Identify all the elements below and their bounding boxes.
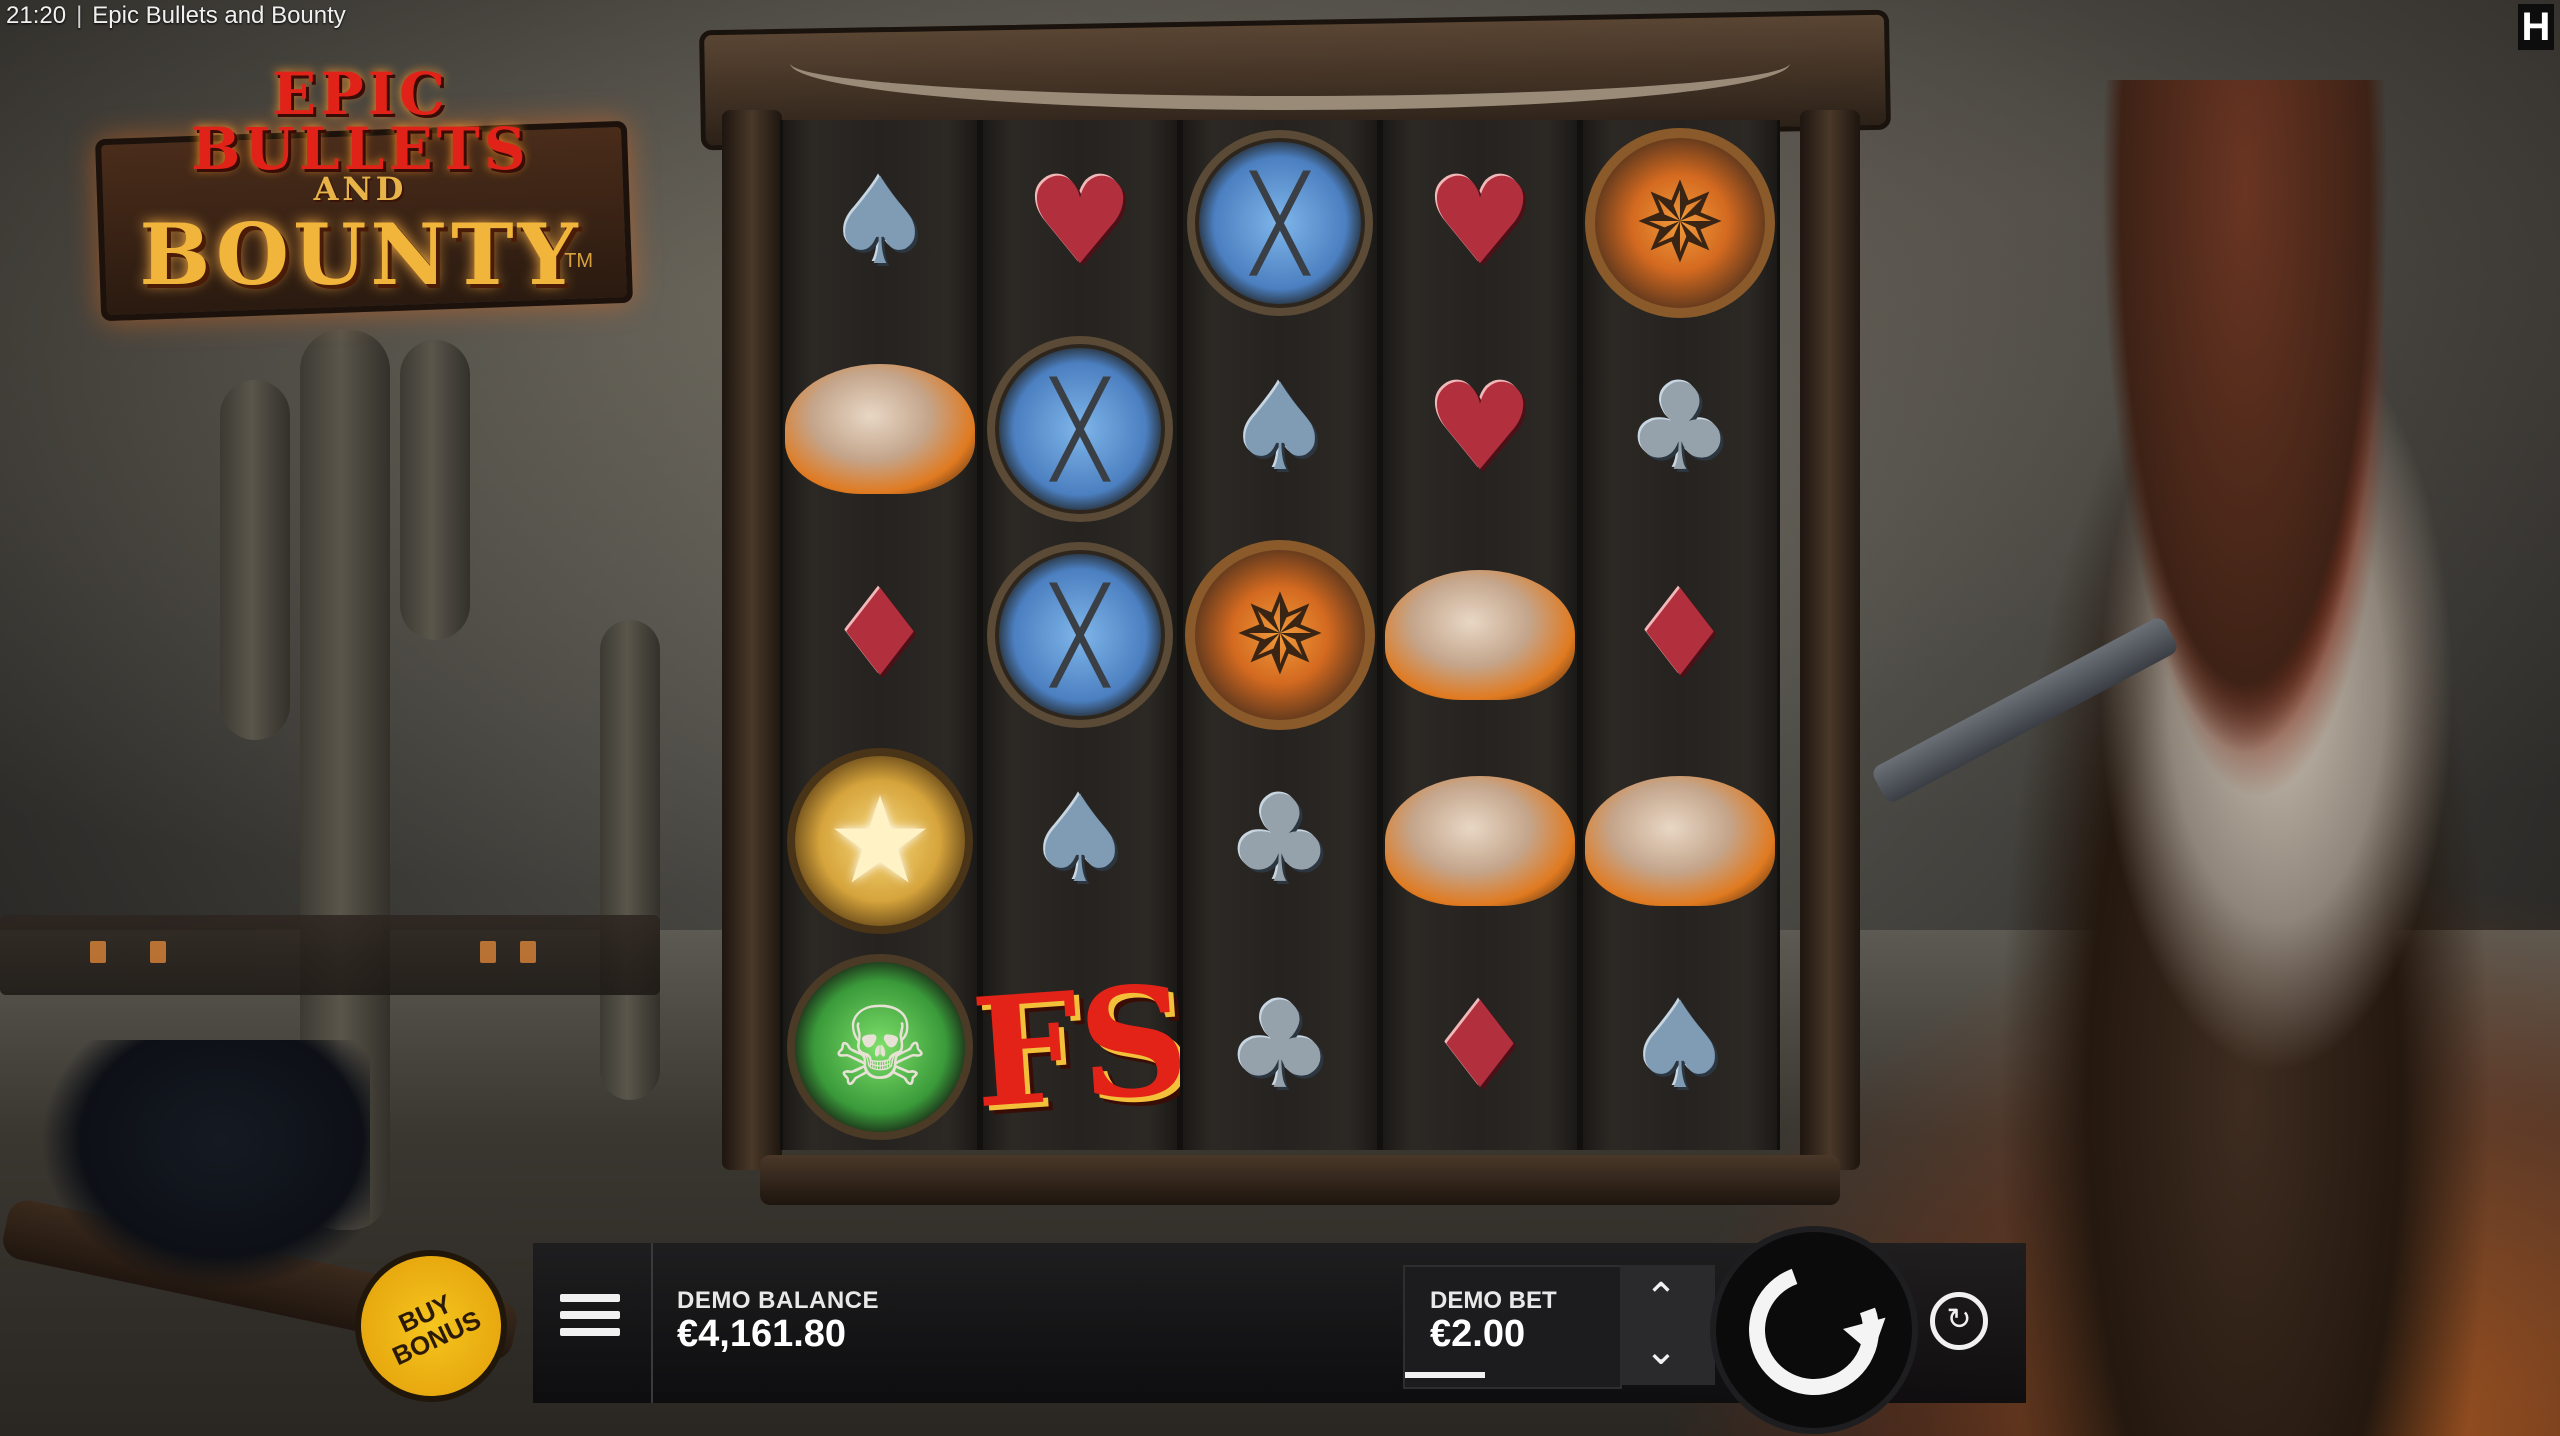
heart-symbol: ♥	[1426, 153, 1534, 292]
balance-label: DEMO BALANCE	[677, 1287, 879, 1314]
cactus-right-arm	[400, 340, 470, 640]
reel-cell	[1583, 738, 1777, 944]
reel-cell	[1583, 120, 1777, 326]
reel-cell	[1183, 120, 1377, 326]
balance-value: €4,161.80	[677, 1313, 847, 1355]
reel-cell: ♠	[1583, 944, 1777, 1150]
reel-cell: ♦	[1583, 532, 1777, 738]
longhorns	[790, 16, 1790, 110]
cowgirl-character	[1930, 80, 2560, 1436]
spade-symbol: ♠	[826, 153, 934, 292]
spin-icon	[1727, 1243, 1901, 1417]
cowboy-hat-symbol	[785, 364, 975, 494]
logo-line-bounty: BOUNTY	[139, 205, 582, 304]
bet-level-indicator	[1405, 1372, 1485, 1378]
reel-cell	[1183, 532, 1377, 738]
chevron-up-icon[interactable]: ⌃	[1643, 1278, 1679, 1318]
club-symbol: ♣	[1226, 771, 1334, 910]
logo-trademark: TM	[564, 250, 593, 272]
reel-cell: ♥	[983, 120, 1177, 326]
spade-symbol: ♠	[1226, 359, 1334, 498]
chevron-down-icon[interactable]: ⌄	[1643, 1331, 1679, 1371]
spin-button[interactable]	[1710, 1226, 1918, 1434]
crossed-guns-symbol	[987, 336, 1173, 522]
reel-cell: ♠	[1183, 326, 1377, 532]
reel-2: ♥ ♠ FS	[967, 120, 1194, 1150]
logo-line-and: AND	[313, 170, 408, 208]
spade-symbol: ♠	[1626, 977, 1734, 1116]
crossed-guns-symbol	[1187, 130, 1373, 316]
frame-post-left	[722, 110, 782, 1170]
hamburger-menu-icon[interactable]	[560, 1294, 620, 1348]
frame-post-right	[1800, 110, 1860, 1170]
reel-cell: ♣	[1183, 738, 1377, 944]
reel-cell: ♦	[1383, 944, 1577, 1150]
cowboy-hat-symbol	[1385, 570, 1575, 700]
sheriff-star-symbol	[787, 748, 973, 934]
cactus-left-arm	[220, 380, 290, 740]
reel-cell: FS	[967, 944, 1194, 1150]
bar-divider	[651, 1243, 653, 1403]
reel-cell	[783, 326, 977, 532]
reel-grid: ♠♦♥♠FS♠♣♣♥♥♦♣♦♠	[780, 120, 1780, 1150]
wagon-wheel-symbol	[1585, 128, 1775, 318]
clock: 21:20	[6, 2, 67, 29]
reel-1: ♠ ♦	[780, 120, 980, 1150]
game-logo: EPIC BULLETS AND BOUNTY TM	[88, 60, 634, 330]
cowboy-hat-symbol	[1585, 776, 1775, 906]
wagon-wheel-symbol	[1185, 540, 1375, 730]
steam-train	[0, 915, 660, 995]
reel-3: ♠ ♣ ♣	[1180, 120, 1380, 1150]
reel-cell	[1383, 738, 1577, 944]
reel-cell	[1383, 532, 1577, 738]
heart-symbol: ♥	[1026, 153, 1134, 292]
reel-5: ♣ ♦ ♠	[1580, 120, 1780, 1150]
crow	[40, 1040, 370, 1290]
reel-cell: ♥	[1383, 326, 1577, 532]
diamond-symbol: ♦	[1426, 977, 1534, 1116]
diamond-symbol: ♦	[826, 565, 934, 704]
club-symbol: ♣	[1626, 359, 1734, 498]
reel-cell: ♣	[1583, 326, 1777, 532]
free-spins-symbol: FS	[966, 951, 1194, 1143]
crossed-guns-symbol	[987, 542, 1173, 728]
cowboy-hat-symbol	[1385, 776, 1575, 906]
status-bar: 21:20 | Epic Bullets and Bounty	[6, 2, 346, 30]
reel-cell: ♥	[1383, 120, 1577, 326]
heart-symbol: ♥	[1426, 359, 1534, 498]
reel-cell	[983, 532, 1177, 738]
bet-label: DEMO BET	[1430, 1287, 1557, 1314]
reel-cell: ♦	[783, 532, 977, 738]
brand-logo-icon: H	[2518, 4, 2554, 50]
bet-value: €2.00	[1430, 1313, 1526, 1355]
bull-skull-symbol	[787, 954, 973, 1140]
reel-cell: ♣	[1183, 944, 1377, 1150]
window-title: Epic Bullets and Bounty	[92, 2, 346, 29]
spade-symbol: ♠	[1026, 771, 1134, 910]
autoplay-icon[interactable]: ↻	[1930, 1292, 1988, 1350]
reel-cell	[783, 944, 977, 1150]
frame-bottom-beam	[760, 1155, 1840, 1205]
reel-cell	[983, 326, 1177, 532]
reel-cell: ♠	[983, 738, 1177, 944]
club-symbol: ♣	[1226, 977, 1334, 1116]
reel-cell	[783, 738, 977, 944]
status-separator: |	[76, 2, 83, 29]
reel-4: ♥ ♥ ♦	[1380, 120, 1580, 1150]
diamond-symbol: ♦	[1626, 565, 1734, 704]
reel-cell: ♠	[783, 120, 977, 326]
cactus-small	[600, 620, 660, 1100]
